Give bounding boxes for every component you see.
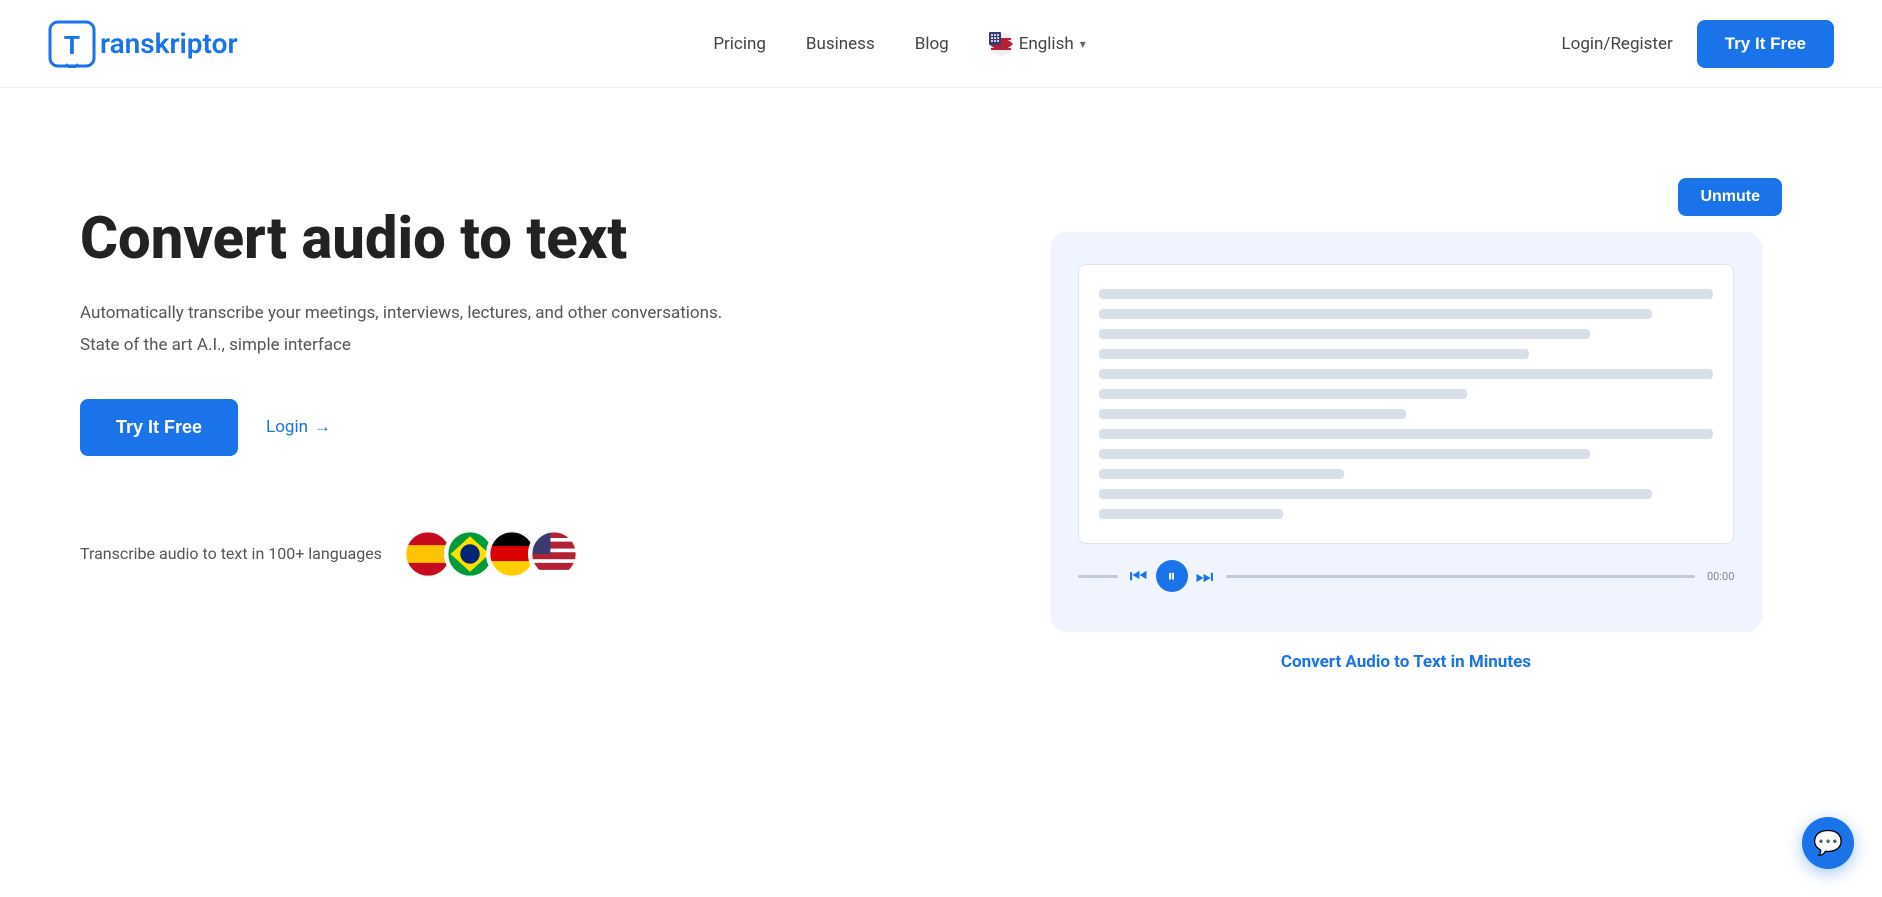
chat-bubble[interactable]: 💬 <box>1802 817 1854 869</box>
text-line-11 <box>1099 489 1652 499</box>
navbar: T ranskriptor Pricing Business Blog <box>0 0 1882 88</box>
pause-icon[interactable]: ⏸ <box>1156 560 1188 592</box>
convert-label: Convert Audio to Text in Minutes <box>1281 652 1531 672</box>
nav-business[interactable]: Business <box>806 34 875 54</box>
text-line-4 <box>1099 349 1529 359</box>
hero-right: Unmute ⏮ ⏸ ⏭ <box>1010 168 1802 672</box>
transcript-document <box>1078 264 1735 544</box>
hero-actions: Try It Free Login → <box>80 399 941 456</box>
text-line-5 <box>1099 369 1714 379</box>
player-time: 00:00 <box>1707 570 1734 583</box>
player-line-left <box>1078 575 1118 578</box>
text-line-1 <box>1099 289 1714 299</box>
text-line-7 <box>1099 409 1406 419</box>
flag-group <box>402 528 580 580</box>
hero-login-link[interactable]: Login → <box>266 417 331 437</box>
text-line-9 <box>1099 449 1591 459</box>
rewind-icon[interactable]: ⏮ <box>1130 564 1148 588</box>
player-bar: ⏮ ⏸ ⏭ 00:00 <box>1078 560 1735 592</box>
text-line-12 <box>1099 509 1283 519</box>
chevron-down-icon: ▾ <box>1080 37 1086 51</box>
transcript-card: ⏮ ⏸ ⏭ 00:00 <box>1050 232 1763 632</box>
chat-icon: 💬 <box>1813 829 1843 857</box>
try-free-nav-button[interactable]: Try It Free <box>1697 20 1834 68</box>
nav-links: Pricing Business Blog English ▾ <box>713 32 1085 56</box>
login-register-link[interactable]: Login/Register <box>1562 34 1673 54</box>
hero-subtitle: Automatically transcribe your meetings, … <box>80 300 941 327</box>
try-free-hero-button[interactable]: Try It Free <box>80 399 238 456</box>
text-line-10 <box>1099 469 1345 479</box>
forward-icon[interactable]: ⏭ <box>1196 564 1214 588</box>
flag-icon <box>989 32 1013 56</box>
flag-usa <box>528 528 580 580</box>
player-controls[interactable]: ⏮ ⏸ ⏭ <box>1130 560 1214 592</box>
nav-pricing[interactable]: Pricing <box>713 34 766 54</box>
text-line-2 <box>1099 309 1652 319</box>
svg-text:T: T <box>64 29 80 59</box>
hero-title: Convert audio to text <box>80 208 941 272</box>
logo-icon: T <box>48 20 96 68</box>
languages-row: Transcribe audio to text in 100+ languag… <box>80 528 941 580</box>
text-line-3 <box>1099 329 1591 339</box>
hero-login-label: Login <box>266 417 308 437</box>
arrow-icon: → <box>314 417 331 437</box>
hero-section: Convert audio to text Automatically tran… <box>0 88 1882 897</box>
language-selector[interactable]: English ▾ <box>989 32 1086 56</box>
text-line-8 <box>1099 429 1714 439</box>
text-line-6 <box>1099 389 1468 399</box>
hero-tagline: State of the art A.I., simple interface <box>80 335 941 355</box>
language-label: English <box>1019 34 1074 54</box>
languages-text: Transcribe audio to text in 100+ languag… <box>80 544 382 563</box>
logo-link[interactable]: T ranskriptor <box>48 20 238 68</box>
logo-text: ranskriptor <box>100 27 238 60</box>
player-line-right <box>1226 575 1695 578</box>
nav-blog[interactable]: Blog <box>915 34 949 54</box>
unmute-button[interactable]: Unmute <box>1678 178 1782 216</box>
nav-right: Login/Register Try It Free <box>1562 20 1834 68</box>
hero-left: Convert audio to text Automatically tran… <box>80 168 941 580</box>
